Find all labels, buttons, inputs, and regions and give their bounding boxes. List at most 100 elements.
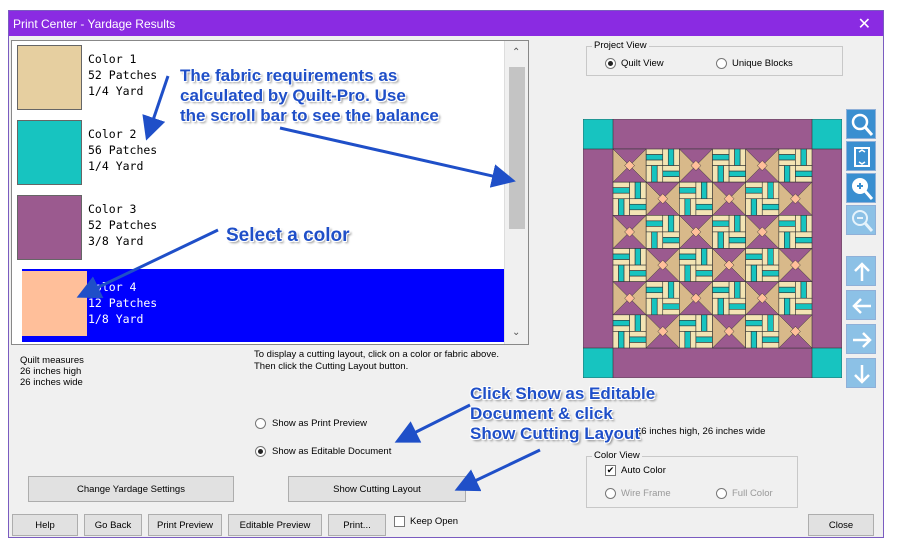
editable-document-option[interactable]: Show as Editable Document (255, 446, 391, 457)
quilt-rail (723, 297, 730, 316)
quilt-rail (800, 148, 807, 166)
quilt-rail (761, 336, 780, 343)
zoom-icon[interactable] (846, 109, 876, 139)
wire-frame-radio[interactable] (605, 488, 616, 499)
color-list-item-selected[interactable]: Color 4 12 Patches 1/8 Yard (22, 269, 508, 342)
quilt-rail (679, 259, 697, 266)
show-cutting-layout-button[interactable]: Show Cutting Layout (288, 476, 466, 502)
quilt-corner (583, 347, 614, 378)
arrow-left-icon[interactable] (846, 290, 876, 320)
quilt-rail (778, 231, 785, 249)
quilt-rail (629, 198, 647, 205)
quilt-rail (728, 242, 746, 249)
quilt-rail (629, 248, 636, 266)
auto-color-checkbox[interactable]: ✔ (605, 465, 616, 476)
zoom-out-icon[interactable] (846, 205, 876, 235)
print-button[interactable]: Print... (328, 514, 386, 536)
quilt-rail (789, 231, 796, 249)
full-color-radio[interactable] (716, 488, 727, 499)
quilt-rail (745, 320, 763, 327)
arrow-up-icon[interactable] (846, 256, 876, 286)
quilt-rail (728, 165, 746, 172)
window-title: Print Center - Yardage Results (13, 17, 176, 31)
unique-blocks-option[interactable]: Unique Blocks (716, 58, 793, 69)
quilt-rail (684, 198, 691, 216)
quilt-rail (690, 331, 697, 349)
print-preview-radio[interactable] (255, 418, 266, 429)
quilt-rail (612, 331, 619, 349)
arrow-down-icon[interactable] (846, 358, 876, 388)
color-swatch (22, 271, 87, 336)
quilt-rail (773, 314, 780, 332)
quilt-rail (629, 331, 647, 338)
quilt-rail (656, 297, 664, 316)
go-back-button[interactable]: Go Back (84, 514, 142, 536)
keep-open-checkbox[interactable] (394, 516, 405, 527)
quilt-rail (745, 331, 752, 349)
quilt-rail (795, 215, 802, 233)
quilt-view-option[interactable]: Quilt View (605, 58, 664, 69)
quilt-rail (734, 281, 741, 299)
keep-open-option[interactable]: Keep Open (394, 516, 458, 527)
help-button[interactable]: Help (12, 514, 78, 536)
quilt-view-radio[interactable] (605, 58, 616, 69)
quilt-rail (717, 165, 724, 183)
print-preview-option[interactable]: Show as Print Preview (255, 418, 367, 429)
arrow-right-icon[interactable] (846, 324, 876, 354)
quilt-rail (712, 281, 730, 288)
quilt-rail (728, 231, 746, 238)
auto-color-option[interactable]: ✔ Auto Color (605, 465, 666, 476)
quilt-rail (728, 309, 746, 316)
vertical-scrollbar[interactable]: ⌃ ⌄ (504, 41, 528, 344)
project-view-label: Project View (592, 40, 649, 51)
fit-page-icon[interactable] (846, 141, 876, 171)
quilt-rail (739, 148, 746, 166)
quilt-rail (723, 165, 730, 183)
quilt-rail (645, 159, 664, 166)
wire-frame-option[interactable]: Wire Frame (605, 488, 671, 499)
quilt-rail (734, 148, 741, 166)
quilt-rail (618, 198, 625, 216)
full-color-option[interactable]: Full Color (716, 488, 773, 499)
editable-document-radio[interactable] (255, 446, 266, 457)
quilt-rail (712, 226, 730, 233)
color-view-label: Color View (592, 450, 642, 461)
quilt-rail (778, 297, 785, 316)
color-yardage: 1/4 Yard (88, 159, 144, 173)
quilt-rail (795, 148, 802, 166)
quilt-rail (795, 170, 813, 177)
quilt-rail (656, 165, 664, 183)
quilt-rail (679, 264, 686, 282)
scroll-up-icon[interactable]: ⌃ (512, 47, 520, 58)
quilt-rail (806, 148, 813, 166)
quilt-size-text: 26 inches high, 26 inches wide (636, 426, 766, 437)
quilt-rail (806, 281, 813, 299)
unique-blocks-radio[interactable] (716, 58, 727, 69)
quilt-rail (612, 181, 630, 188)
quilt-rail (629, 342, 647, 349)
quilt-rail (761, 331, 780, 338)
quilt-rail (651, 165, 658, 183)
editable-preview-button[interactable]: Editable Preview (228, 514, 322, 536)
color-view-group (586, 456, 798, 508)
quilt-rail (612, 314, 630, 321)
quilt-rail (667, 148, 675, 166)
quilt-rail (679, 325, 697, 332)
quilt-rail (778, 154, 796, 161)
quilt-rail (712, 159, 730, 166)
close-button[interactable]: Close (808, 514, 874, 536)
color-list-item[interactable]: Color 2 56 Patches 1/4 Yard (12, 116, 504, 189)
quilt-rail (712, 292, 730, 299)
quilt-rail (728, 148, 735, 166)
scroll-thumb[interactable] (509, 67, 525, 229)
zoom-in-icon[interactable] (846, 173, 876, 203)
quilt-rail (756, 264, 763, 282)
quilt-rail (679, 253, 697, 260)
quilt-rail (761, 342, 780, 349)
scroll-down-icon[interactable]: ⌄ (512, 327, 520, 338)
change-yardage-settings-button[interactable]: Change Yardage Settings (28, 476, 234, 502)
close-icon[interactable]: ✕ (858, 14, 871, 34)
quilt-rail (778, 215, 796, 222)
print-preview-button[interactable]: Print Preview (148, 514, 222, 536)
quilt-rail (612, 192, 630, 200)
